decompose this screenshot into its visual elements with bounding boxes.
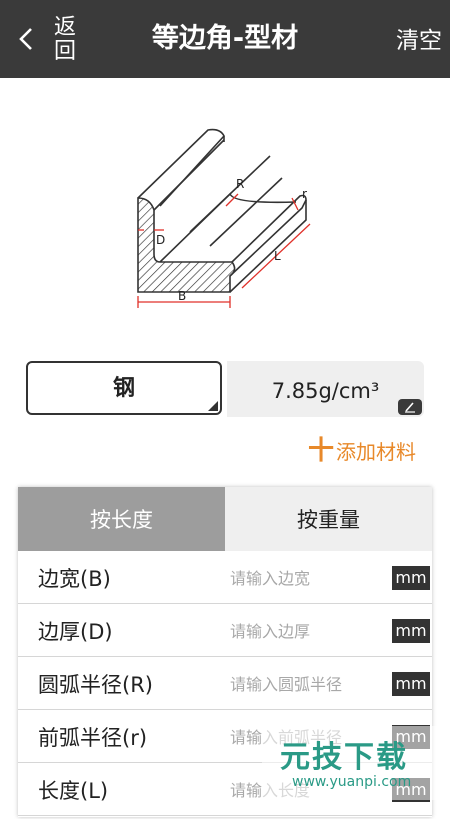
unit-label-arc-radius: mm: [392, 672, 430, 696]
unit-label-thickness: mm: [392, 619, 430, 643]
edit-density-button[interactable]: [398, 399, 422, 415]
back-button[interactable]: 返回: [10, 10, 90, 68]
add-material-label: 添加材料: [336, 440, 416, 464]
dim-label-l: L: [274, 249, 281, 263]
watermark: 元技下载 www.yuanpi.com: [262, 726, 450, 800]
page-title: 等边角-型材: [151, 23, 299, 54]
material-selector: 钢 7.85g/cm³: [26, 361, 424, 417]
dim-label-r-lower: r: [302, 187, 307, 201]
field-row-width: 边宽(B) mm: [18, 551, 432, 604]
field-label-arc-radius: 圆弧半径(R): [38, 673, 153, 697]
tab-by-length[interactable]: 按长度: [18, 487, 225, 551]
material-density-field[interactable]: 7.85g/cm³: [227, 361, 424, 417]
mode-tabs: 按长度 按重量: [18, 487, 432, 551]
watermark-title: 元技下载: [280, 740, 408, 775]
plus-icon: 十: [307, 436, 334, 466]
field-label-front-arc-radius: 前弧半径(r): [38, 726, 148, 750]
angle-profile-diagram: B D R r L: [137, 128, 311, 308]
field-row-thickness: 边厚(D) mm: [18, 604, 432, 657]
dim-label-b: B: [178, 289, 186, 303]
profile-outline: [137, 128, 307, 293]
field-label-length: 长度(L): [38, 779, 109, 803]
add-material-button[interactable]: 十添加材料: [308, 436, 416, 466]
tab-by-weight[interactable]: 按重量: [225, 487, 432, 551]
dropdown-corner-icon: [208, 401, 218, 411]
thickness-input[interactable]: [230, 616, 390, 646]
top-bar: 返回 等边角-型材 清空: [0, 0, 450, 78]
unit-label-width: mm: [392, 566, 430, 590]
chevron-left-icon: [19, 28, 32, 50]
field-label-thickness: 边厚(D): [38, 620, 113, 644]
arc-radius-input[interactable]: [230, 669, 390, 699]
width-input[interactable]: [230, 563, 390, 593]
material-density: 7.85g/cm³: [271, 379, 380, 403]
clear-button[interactable]: 清空: [396, 0, 442, 78]
dim-label-r-upper: R: [236, 177, 244, 191]
material-name-button[interactable]: 钢: [26, 361, 222, 415]
material-name: 钢: [112, 376, 135, 401]
back-label: 返回: [54, 15, 77, 64]
field-row-arc-radius: 圆弧半径(R) mm: [18, 657, 432, 710]
pencil-icon: [405, 402, 415, 413]
dim-label-d: D: [156, 233, 165, 247]
watermark-url: www.yuanpi.com: [292, 774, 412, 790]
field-label-width: 边宽(B): [38, 567, 111, 591]
